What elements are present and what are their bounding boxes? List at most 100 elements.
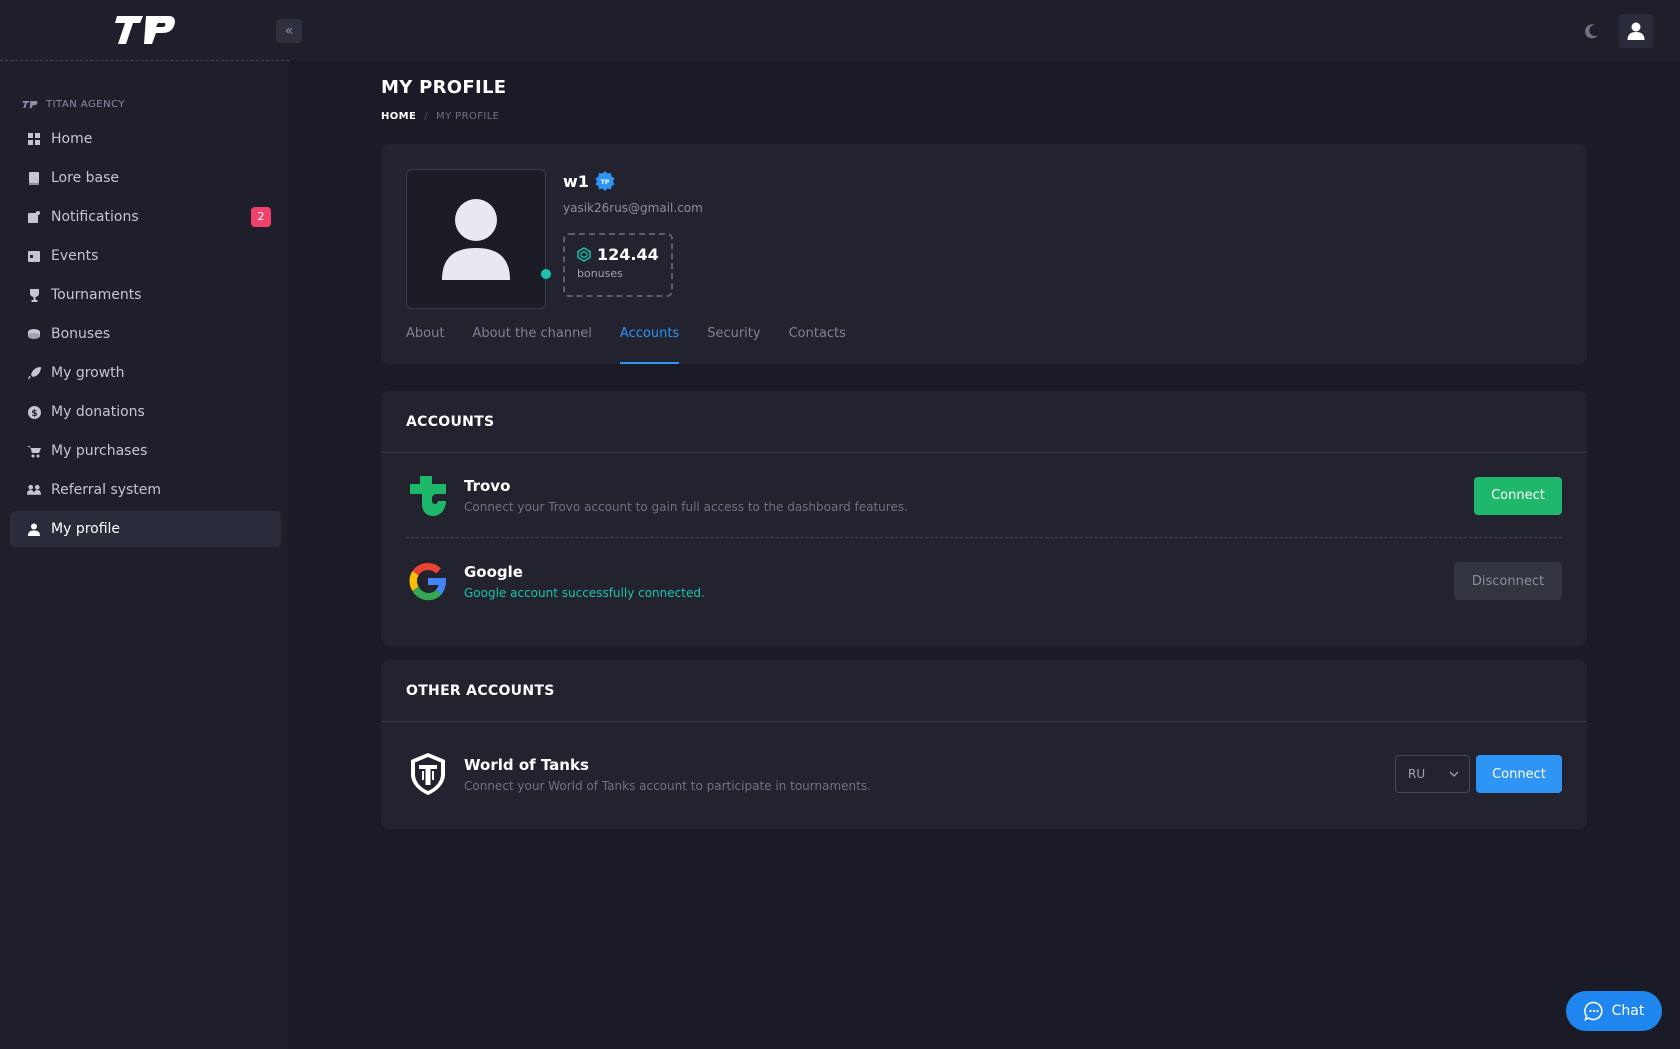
breadcrumb-separator: / <box>424 111 429 122</box>
tab-contacts[interactable]: Contacts <box>789 319 846 364</box>
sidebar-item-label: Notifications <box>51 209 139 225</box>
top-bar: « <box>0 0 1680 61</box>
breadcrumb-current: MY PROFILE <box>436 111 500 122</box>
verified-badge-icon: TP <box>595 171 615 191</box>
sidebar-item-label: Events <box>51 248 99 264</box>
username: w1 TP <box>563 171 615 191</box>
sidebar-item-label: My donations <box>51 404 145 420</box>
account-name: World of Tanks <box>464 755 589 774</box>
account-name: Trovo <box>464 477 511 495</box>
chat-button-label: Chat <box>1611 1003 1645 1019</box>
rocket-icon <box>27 366 41 380</box>
sidebar-section-title: TITAN AGENCY <box>22 97 125 111</box>
online-status-dot <box>541 269 551 279</box>
trophy-icon <box>27 288 41 302</box>
sidebar-item-lore-base[interactable]: Lore base <box>10 160 281 196</box>
tab-security[interactable]: Security <box>707 319 760 364</box>
accounts-title: ACCOUNTS <box>381 391 1587 453</box>
notification-icon <box>27 210 41 224</box>
notification-count-badge: 2 <box>251 207 271 227</box>
badge-text: TP <box>601 179 610 186</box>
sidebar-item-my-purchases[interactable]: My purchases <box>10 433 281 469</box>
google-logo-icon <box>409 562 447 601</box>
sidebar-item-home[interactable]: Home <box>10 121 281 157</box>
calendar-icon <box>27 249 41 263</box>
breadcrumb: HOME / MY PROFILE <box>381 111 499 122</box>
sidebar-item-bonuses[interactable]: Bonuses <box>10 316 281 352</box>
sidebar-item-label: Tournaments <box>51 287 142 303</box>
account-row-world-of-tanks: World of Tanks Connect your World of Tan… <box>406 732 1562 816</box>
account-info: Trovo Connect your Trovo account to gain… <box>464 477 1474 514</box>
sidebar: TITAN AGENCY Home Lore base Notification… <box>0 61 289 1049</box>
sidebar-item-label: My profile <box>51 521 121 537</box>
username-text: w1 <box>563 171 589 191</box>
svg-text:$: $ <box>31 409 37 419</box>
account-row-trovo: Trovo Connect your Trovo account to gain… <box>406 454 1562 538</box>
account-info: Google Google account successfully conne… <box>464 563 1454 600</box>
sidebar-item-label: Lore base <box>51 170 120 186</box>
book-icon <box>27 171 41 185</box>
sidebar-item-my-donations[interactable]: $ My donations <box>10 394 281 430</box>
connect-trovo-button[interactable]: Connect <box>1474 476 1562 515</box>
account-description: Connect your World of Tanks account to p… <box>464 778 871 793</box>
grid-icon <box>27 132 41 146</box>
avatar-placeholder-icon <box>442 199 510 280</box>
logo-zone: « <box>0 0 302 61</box>
sidebar-item-tournaments[interactable]: Tournaments <box>10 277 281 313</box>
sidebar-item-my-growth[interactable]: My growth <box>10 355 281 391</box>
profile-card: w1 TP yasik26rus@gmail.com 124.44 bonuse… <box>381 144 1587 364</box>
coins-icon <box>27 327 41 341</box>
disconnect-google-button[interactable]: Disconnect <box>1454 562 1562 600</box>
agency-logo-icon <box>22 100 38 108</box>
logo-icon[interactable] <box>113 12 177 48</box>
tab-about-the-channel[interactable]: About the channel <box>472 319 591 364</box>
sidebar-section-label: TITAN AGENCY <box>46 98 126 110</box>
bonus-amount: 124.44 <box>597 245 659 264</box>
collapse-sidebar-button[interactable]: « <box>276 19 302 43</box>
user-icon <box>1627 22 1645 40</box>
sidebar-item-label: Referral system <box>51 482 162 498</box>
sidebar-item-notifications[interactable]: Notifications 2 <box>10 199 281 235</box>
other-accounts-card: OTHER ACCOUNTS World of Tanks Connect yo… <box>381 660 1587 829</box>
sidebar-item-label: Bonuses <box>51 326 111 342</box>
tab-accounts[interactable]: Accounts <box>619 319 680 364</box>
sidebar-item-my-profile[interactable]: My profile <box>10 511 281 547</box>
cart-icon <box>27 444 41 458</box>
hexagon-bonus-icon <box>577 247 591 262</box>
bonus-balance: 124.44 bonuses <box>563 233 673 297</box>
sidebar-item-label: My growth <box>51 365 125 381</box>
sidebar-item-referral-system[interactable]: Referral system <box>10 472 281 508</box>
other-accounts-title: OTHER ACCOUNTS <box>381 660 1587 722</box>
sidebar-item-events[interactable]: Events <box>10 238 281 274</box>
profile-tabs: About About the channel Accounts Securit… <box>406 319 846 364</box>
chat-button[interactable]: Chat <box>1566 991 1662 1031</box>
world-of-tanks-logo-icon <box>411 753 445 795</box>
account-row-google: Google Google account successfully conne… <box>406 539 1562 623</box>
user-menu-button[interactable] <box>1619 14 1653 48</box>
account-status-text: Google account successfully connected. <box>464 585 705 600</box>
region-select[interactable]: RU <box>1395 755 1470 793</box>
dollar-icon: $ <box>27 405 41 419</box>
user-email: yasik26rus@gmail.com <box>563 201 703 215</box>
bonus-value: 124.44 <box>577 245 659 264</box>
account-info: World of Tanks Connect your World of Tan… <box>464 756 1395 793</box>
connect-world-of-tanks-button[interactable]: Connect <box>1476 755 1562 793</box>
tab-about[interactable]: About <box>406 319 444 364</box>
account-description: Connect your Trovo account to gain full … <box>464 500 908 514</box>
user-icon <box>27 522 41 536</box>
account-name: Google <box>464 562 523 581</box>
avatar[interactable] <box>406 169 546 309</box>
page-title: MY PROFILE <box>381 77 507 98</box>
moon-icon[interactable] <box>1583 22 1601 40</box>
double-chevron-left-icon: « <box>284 23 294 39</box>
sidebar-item-label: Home <box>51 131 93 147</box>
bonus-label: bonuses <box>577 267 623 280</box>
region-select-value: RU <box>1408 767 1426 781</box>
breadcrumb-home-link[interactable]: HOME <box>381 111 416 122</box>
accounts-card: ACCOUNTS Trovo Connect your Trovo accoun… <box>381 391 1587 646</box>
users-icon <box>27 483 41 497</box>
trovo-logo-icon <box>410 475 446 516</box>
sidebar-item-label: My purchases <box>51 443 148 459</box>
chat-bubble-icon <box>1583 1001 1603 1021</box>
chevron-down-icon <box>1449 771 1459 777</box>
